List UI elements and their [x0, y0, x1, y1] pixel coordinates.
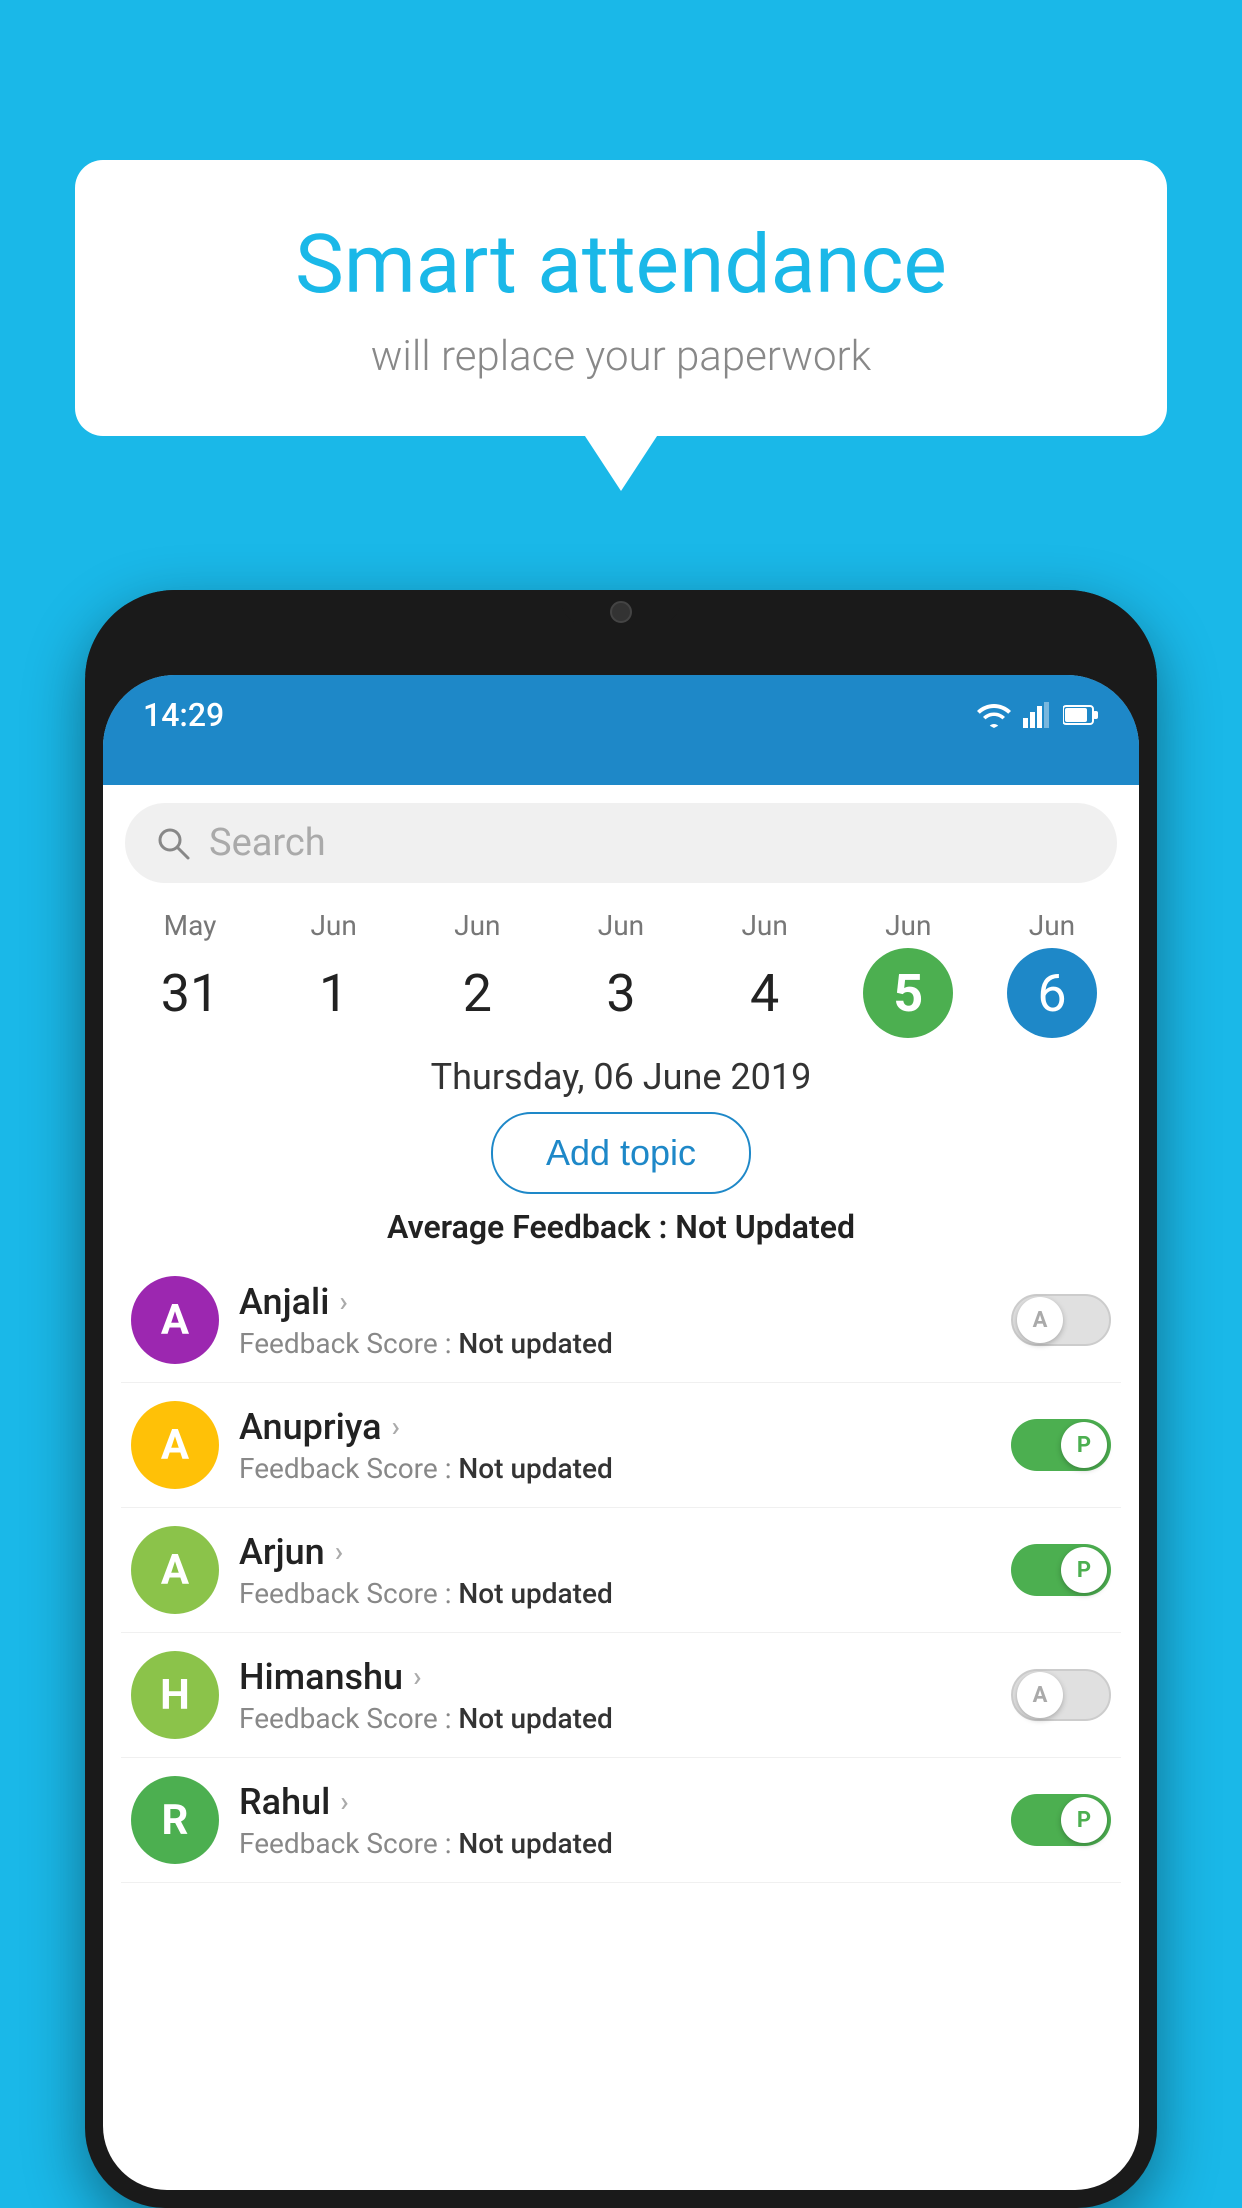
attendance-toggle[interactable]: A: [1011, 1669, 1111, 1721]
bottom-fade: [121, 2112, 1121, 2172]
student-item[interactable]: R Rahul › Feedback Score : Not updated P: [121, 1758, 1121, 1883]
signal-icon: [1023, 702, 1051, 728]
bubble-title: Smart attendance: [135, 220, 1107, 310]
calendar-day[interactable]: Jun 2: [412, 909, 542, 1038]
toggle-switch[interactable]: A: [1011, 1669, 1111, 1721]
student-item[interactable]: A Anupriya › Feedback Score : Not updated P: [121, 1383, 1121, 1508]
wifi-icon: [977, 702, 1011, 728]
toggle-switch[interactable]: A: [1011, 1294, 1111, 1346]
phone-notch: [85, 590, 1157, 675]
cal-date-number[interactable]: 1: [289, 948, 379, 1038]
avatar: R: [131, 1776, 219, 1864]
toggle-knob: A: [1017, 1672, 1063, 1718]
chevron-right-icon: ›: [339, 1285, 347, 1318]
toggle-knob: A: [1017, 1297, 1063, 1343]
bubble-subtitle: will replace your paperwork: [135, 332, 1107, 381]
search-icon: [155, 825, 191, 861]
notch-cutout: [561, 590, 681, 625]
chevron-right-icon: ›: [413, 1660, 421, 1693]
feedback-score: Feedback Score : Not updated: [239, 1577, 997, 1610]
feedback-score: Feedback Score : Not updated: [239, 1452, 997, 1485]
avatar: A: [131, 1401, 219, 1489]
avatar: A: [131, 1526, 219, 1614]
speech-bubble: Smart attendance will replace your paper…: [75, 160, 1167, 436]
search-bar[interactable]: Search: [125, 803, 1117, 883]
attendance-toggle[interactable]: P: [1011, 1794, 1111, 1846]
calendar-day[interactable]: Jun 6: [987, 909, 1117, 1038]
attendance-toggle[interactable]: P: [1011, 1544, 1111, 1596]
calendar-day[interactable]: Jun 1: [269, 909, 399, 1038]
student-info: Arjun › Feedback Score : Not updated: [239, 1531, 997, 1610]
phone-screen: 14:29: [103, 675, 1139, 2190]
chevron-right-icon: ›: [392, 1410, 400, 1443]
calendar-day[interactable]: Jun 5: [843, 909, 973, 1038]
cal-date-number[interactable]: 4: [720, 948, 810, 1038]
cal-date-number[interactable]: 2: [432, 948, 522, 1038]
student-info: Anjali › Feedback Score : Not updated: [239, 1281, 997, 1360]
phone-frame: 14:29: [85, 590, 1157, 2208]
toggle-knob: P: [1061, 1422, 1107, 1468]
cal-date-number[interactable]: 6: [1007, 948, 1097, 1038]
cal-month-label: Jun: [885, 909, 931, 942]
add-topic-button[interactable]: Add topic: [491, 1112, 751, 1194]
cal-month-label: Jun: [1029, 909, 1075, 942]
calendar-day[interactable]: May 31: [125, 909, 255, 1038]
student-info: Anupriya › Feedback Score : Not updated: [239, 1406, 997, 1485]
cal-date-number[interactable]: 31: [145, 948, 235, 1038]
toggle-knob: P: [1061, 1797, 1107, 1843]
student-list: AAnjali ›Feedback Score : Not updatedAAA…: [103, 1258, 1139, 1883]
attendance-toggle[interactable]: P: [1011, 1419, 1111, 1471]
date-heading: Thursday, 06 June 2019: [103, 1056, 1139, 1098]
toggle-switch[interactable]: P: [1011, 1794, 1111, 1846]
student-name: Anupriya ›: [239, 1406, 997, 1448]
student-item[interactable]: H Himanshu › Feedback Score : Not updated A: [121, 1633, 1121, 1758]
feedback-score: Feedback Score : Not updated: [239, 1827, 997, 1860]
cal-date-number[interactable]: 5: [863, 948, 953, 1038]
avatar: A: [131, 1276, 219, 1364]
status-time: 14:29: [143, 696, 224, 734]
student-name: Rahul ›: [239, 1781, 997, 1823]
battery-icon: [1063, 704, 1099, 726]
attendance-toggle[interactable]: A: [1011, 1294, 1111, 1346]
feedback-score: Feedback Score : Not updated: [239, 1327, 997, 1360]
cal-month-label: Jun: [454, 909, 500, 942]
student-item[interactable]: A Anjali › Feedback Score : Not updated A: [121, 1258, 1121, 1383]
calendar-day[interactable]: Jun 3: [556, 909, 686, 1038]
chevron-right-icon: ›: [335, 1535, 343, 1568]
toggle-switch[interactable]: P: [1011, 1544, 1111, 1596]
student-info: Himanshu › Feedback Score : Not updated: [239, 1656, 997, 1735]
student-name: Anjali ›: [239, 1281, 997, 1323]
status-icons: [977, 702, 1099, 728]
toggle-knob: P: [1061, 1547, 1107, 1593]
calendar-strip: May 31 Jun 1 Jun 2 Jun 3 Jun 4 Jun 5 Jun 6: [103, 901, 1139, 1038]
toggle-switch[interactable]: P: [1011, 1419, 1111, 1471]
avatar: H: [131, 1651, 219, 1739]
avg-feedback: Average Feedback : Not Updated: [103, 1208, 1139, 1246]
camera-dot: [610, 601, 632, 623]
cal-month-label: Jun: [741, 909, 787, 942]
cal-month-label: Jun: [310, 909, 356, 942]
search-input[interactable]: Search: [209, 821, 326, 865]
student-item[interactable]: A Arjun › Feedback Score : Not updated P: [121, 1508, 1121, 1633]
student-name: Arjun ›: [239, 1531, 997, 1573]
feedback-score: Feedback Score : Not updated: [239, 1702, 997, 1735]
chevron-right-icon: ›: [340, 1785, 348, 1818]
student-info: Rahul › Feedback Score : Not updated: [239, 1781, 997, 1860]
cal-date-number[interactable]: 3: [576, 948, 666, 1038]
status-bar: 14:29: [103, 675, 1139, 755]
cal-month-label: May: [164, 909, 217, 942]
student-name: Himanshu ›: [239, 1656, 997, 1698]
calendar-day[interactable]: Jun 4: [700, 909, 830, 1038]
cal-month-label: Jun: [598, 909, 644, 942]
